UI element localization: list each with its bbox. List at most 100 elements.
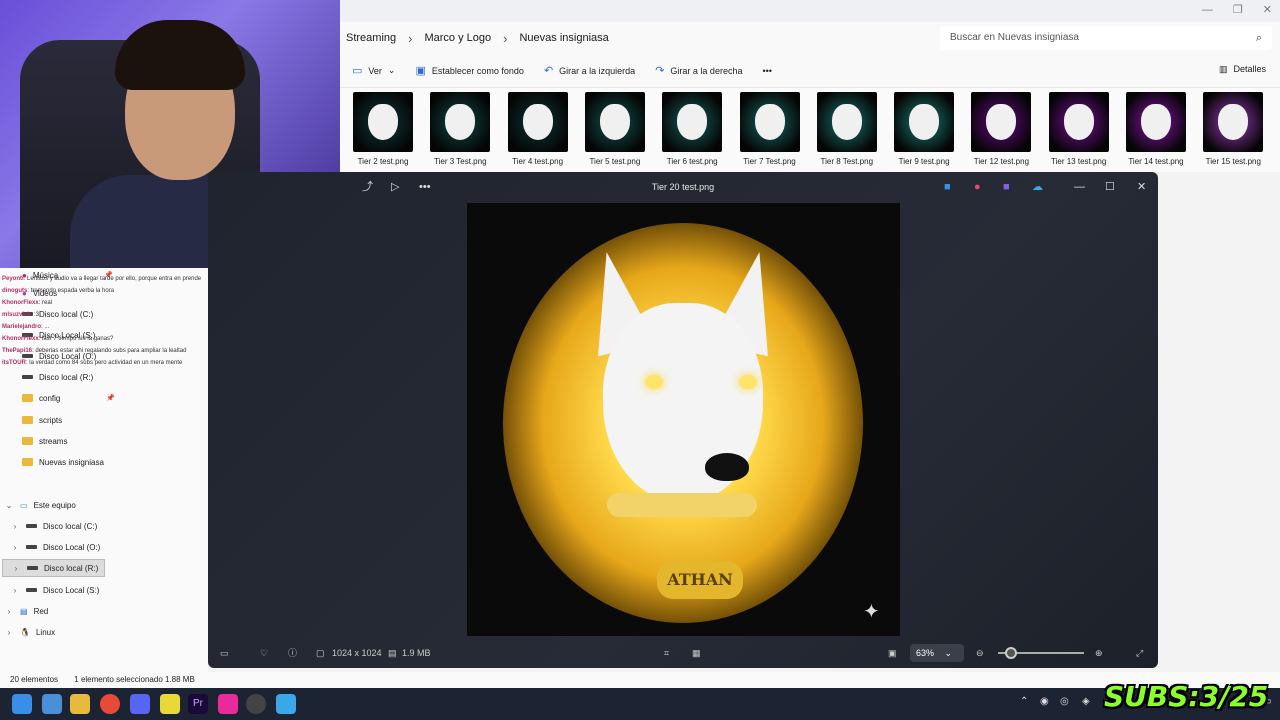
dog-thumbnail (1141, 104, 1171, 140)
close-icon[interactable]: ✕ (1137, 172, 1146, 202)
view-button[interactable]: ▭ Ver ⌄ (352, 64, 395, 77)
discord-tray-icon[interactable]: ◉ (1040, 696, 1049, 707)
chevron-right-icon[interactable]: › (10, 543, 20, 552)
thumbnail-image (1203, 92, 1264, 152)
thumbnail-image (971, 92, 1032, 152)
text-scan-icon[interactable]: ▦ (692, 638, 701, 668)
search-input[interactable]: Buscar en Nuevas insigniasa ⌕ (940, 26, 1272, 50)
share-icon[interactable]: ⤴ (362, 172, 373, 202)
fullscreen-icon[interactable]: ⤢ (1136, 638, 1143, 668)
breadcrumb-item[interactable]: Streaming (346, 32, 396, 44)
cloud-off-icon[interactable]: ☁ (1032, 172, 1043, 202)
rotate-right-button[interactable]: ↷ Girar a la derecha (655, 64, 742, 77)
obs-icon[interactable] (246, 694, 266, 714)
nav-item-disco-o[interactable]: › Disco Local (O:) (10, 538, 101, 556)
breadcrumb-item[interactable]: Marco y Logo (424, 32, 491, 44)
thumbnail-item[interactable]: Tier 2 test.png (350, 92, 416, 166)
name-tag: ATHAN (657, 561, 743, 599)
premiere-icon[interactable]: Pr (188, 694, 208, 714)
zoom-select[interactable]: 63% ⌄ (910, 644, 964, 662)
minimize-icon[interactable]: — (1074, 172, 1085, 202)
onenote-icon[interactable] (218, 694, 238, 714)
thumbnail-item[interactable]: Tier 9 test.png (891, 92, 957, 166)
chevron-right-icon[interactable]: › (4, 607, 14, 616)
nav-item-linux[interactable]: › 🐧 Linux (4, 623, 55, 641)
chat-message: itsTOUR: la verdad como 84 subs pero act… (2, 360, 182, 366)
photos-icon[interactable] (276, 694, 296, 714)
nav-item-red[interactable]: › ▤ Red (4, 602, 49, 620)
crop-icon[interactable]: ⌗ (664, 638, 669, 668)
chat-username: KhonorFlexx (2, 336, 39, 342)
thumbnail-item[interactable]: Tier 4 test.png (505, 92, 571, 166)
nav-item-config[interactable]: config 📌 (22, 389, 115, 407)
discord-icon[interactable] (130, 694, 150, 714)
chevron-right-icon[interactable]: › (11, 564, 21, 573)
image-canvas[interactable]: ATHAN ✦ (467, 203, 900, 636)
sticky-notes-icon[interactable] (160, 694, 180, 714)
start-icon[interactable] (12, 694, 32, 714)
dimensions-icon: ▢ (316, 648, 325, 658)
thumbnail-item[interactable]: Tier 5 test.png (582, 92, 648, 166)
more-options-icon[interactable]: ••• (419, 172, 431, 202)
zoom-slider-handle[interactable] (1005, 647, 1017, 659)
thumbnail-label: Tier 15 test.png (1205, 157, 1261, 166)
thumbnail-item[interactable]: Tier 15 test.png (1200, 92, 1266, 166)
restore-icon[interactable]: ❐ (1233, 0, 1243, 20)
chat-username: Peyonti (2, 276, 24, 282)
thumbnail-item[interactable]: Tier 7 Test.png (737, 92, 803, 166)
clipchamp-icon[interactable]: ■ (1003, 172, 1010, 202)
rotate-left-label: Girar a la izquierda (559, 65, 636, 76)
rotate-left-button[interactable]: ↶ Girar a la izquierda (544, 64, 635, 77)
favorite-icon[interactable]: ♡ (260, 638, 268, 668)
thumbnail-item[interactable]: Tier 6 test.png (659, 92, 725, 166)
nav-item-disco-s[interactable]: › Disco Local (S:) (10, 581, 100, 599)
paint-icon[interactable]: ● (974, 172, 981, 202)
folder-icon (22, 394, 33, 402)
close-icon[interactable]: ✕ (1263, 0, 1272, 20)
file-explorer-icon[interactable] (70, 694, 90, 714)
details-button[interactable]: ▥ Detalles (1219, 64, 1266, 75)
chrome-icon[interactable] (100, 694, 120, 714)
fit-screen-icon[interactable]: ▣ (888, 638, 897, 668)
drive-icon (26, 588, 37, 592)
thumbnail-item[interactable]: Tier 12 test.png (968, 92, 1034, 166)
thumbnail-item[interactable]: Tier 14 test.png (1123, 92, 1189, 166)
thumbnail-item[interactable]: Tier 8 Test.png (814, 92, 880, 166)
dog-thumbnail (831, 104, 862, 140)
nav-item-disco-r-quick[interactable]: Disco local (R:) (22, 368, 93, 386)
security-tray-icon[interactable]: ◈ (1082, 696, 1090, 707)
chevron-right-icon[interactable]: › (4, 628, 14, 637)
chat-username: mlsuzvick (2, 312, 31, 318)
chevron-right-icon[interactable]: › (10, 586, 20, 595)
edit-icon[interactable]: ■ (944, 172, 951, 202)
steam-tray-icon[interactable]: ◎ (1060, 696, 1069, 707)
nav-item-disco-r[interactable]: › Disco local (R:) (2, 559, 105, 577)
info-icon[interactable]: ⓘ (288, 638, 297, 668)
chat-message: dinoguts: tremendo espada verba la hora (2, 288, 114, 294)
chevron-right-icon[interactable]: › (10, 522, 20, 531)
more-options-button[interactable]: ••• (762, 66, 771, 76)
thumbnail-item[interactable]: Tier 13 test.png (1046, 92, 1112, 166)
chevron-down-icon[interactable]: ⌄ (4, 501, 14, 510)
thumbnail-image (1126, 92, 1186, 152)
nav-item-streams[interactable]: streams (22, 432, 67, 450)
minimize-icon[interactable]: — (1202, 0, 1213, 20)
nav-item-este-equipo[interactable]: ⌄ ▭ Este equipo (4, 496, 76, 514)
set-background-button[interactable]: ▣ Establecer como fondo (415, 64, 523, 77)
nav-item-disco-c[interactable]: › Disco local (C:) (10, 517, 98, 535)
task-view-icon[interactable] (42, 694, 62, 714)
dog-thumbnail (599, 104, 630, 140)
search-icon[interactable]: ⌕ (1256, 26, 1262, 50)
slideshow-icon[interactable]: ▷ (391, 172, 399, 202)
nav-item-scripts[interactable]: scripts (22, 411, 62, 429)
nav-item-nuevas[interactable]: Nuevas insigniasa (22, 453, 104, 471)
zoom-in-icon[interactable]: ⊕ (1095, 638, 1103, 668)
thumbnail-label: Tier 3 Test.png (434, 157, 487, 166)
breadcrumb-item[interactable]: Nuevas insigniasa (519, 32, 608, 44)
maximize-icon[interactable]: ☐ (1105, 172, 1115, 202)
thumbnail-item[interactable]: Tier 3 Test.png (427, 92, 493, 166)
filmstrip-icon[interactable]: ▭ (220, 638, 229, 668)
chevron-up-icon[interactable]: ⌃ (1020, 696, 1028, 707)
dog-thumbnail (909, 104, 940, 140)
zoom-out-icon[interactable]: ⊖ (976, 638, 984, 668)
